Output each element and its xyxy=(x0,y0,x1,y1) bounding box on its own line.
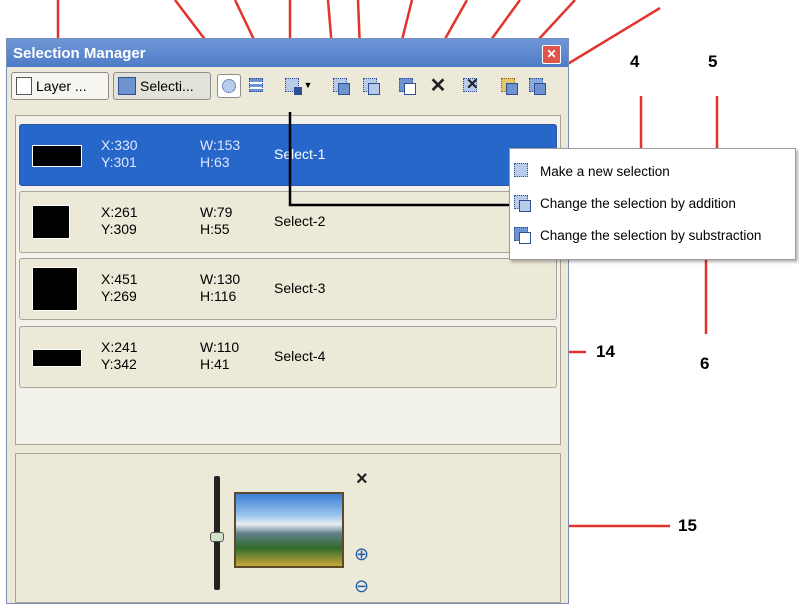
menu-item-subtract-selection[interactable]: Change the selection by substraction xyxy=(514,223,761,247)
callout-14: 14 xyxy=(596,342,615,361)
callout-4: 4 xyxy=(630,52,640,71)
new-selection-icon xyxy=(514,163,532,179)
leader-line xyxy=(288,112,513,207)
subtract-selection-icon xyxy=(514,227,532,244)
menu-item-add-selection[interactable]: Change the selection by addition xyxy=(514,191,736,215)
add-selection-icon xyxy=(514,195,532,212)
callout-15: 15 xyxy=(678,516,697,535)
menu-item-label: Change the selection by substraction xyxy=(540,227,762,243)
menu-item-new-selection[interactable]: Make a new selection xyxy=(514,159,670,183)
menu-item-label: Change the selection by addition xyxy=(540,195,736,211)
selection-mode-menu: Make a new selection Change the selectio… xyxy=(509,148,796,260)
menu-item-label: Make a new selection xyxy=(540,163,670,179)
callout-5: 5 xyxy=(708,52,718,71)
callout-6: 6 xyxy=(700,354,710,373)
